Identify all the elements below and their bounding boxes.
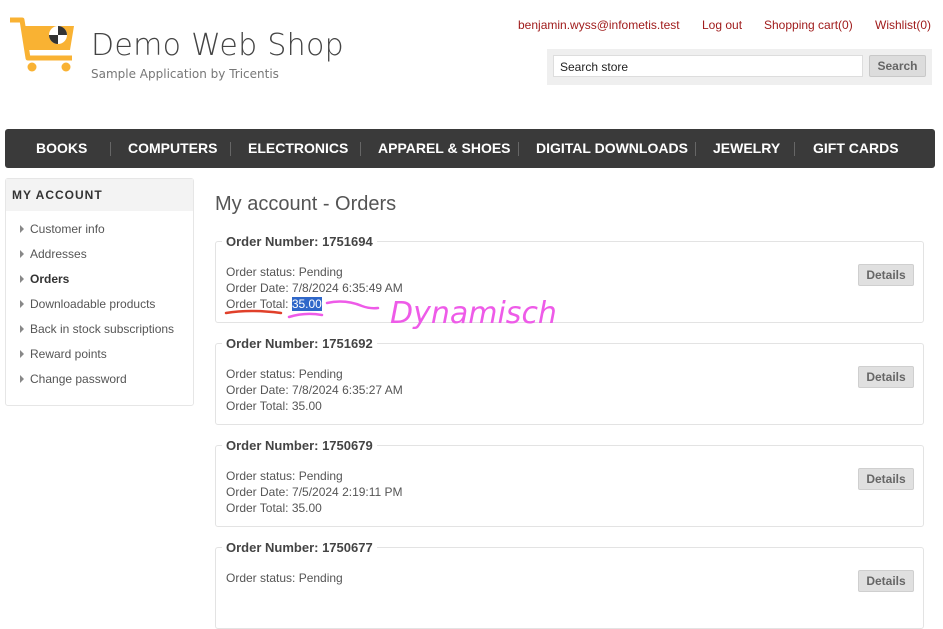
menu-item-digital-downloads[interactable]: DIGITAL DOWNLOADS — [536, 129, 688, 168]
caret-right-icon — [20, 350, 24, 358]
caret-right-icon — [20, 300, 24, 308]
order-status: Order status: Pending — [226, 367, 343, 381]
sidebar-item-back-in-stock[interactable]: Back in stock subscriptions — [20, 322, 174, 336]
order-status: Order status: Pending — [226, 265, 343, 279]
menu-item-electronics[interactable]: ELECTRONICS — [248, 129, 348, 168]
caret-right-icon — [20, 275, 24, 283]
account-email-link[interactable]: benjamin.wyss@infometis.test — [518, 18, 680, 32]
sidebar-item-downloadable-products[interactable]: Downloadable products — [20, 297, 155, 311]
search-input[interactable]: Search store — [553, 55, 863, 77]
menu-item-gift-cards[interactable]: GIFT CARDS — [813, 129, 899, 168]
details-button[interactable]: Details — [858, 264, 914, 286]
menu-item-apparel-shoes[interactable]: APPAREL & SHOES — [378, 129, 511, 168]
sidebar-item-label: Addresses — [30, 247, 87, 261]
site-title: Demo Web Shop — [91, 28, 344, 63]
order-number: Order Number: 1750679 — [222, 438, 377, 453]
caret-right-icon — [20, 250, 24, 258]
caret-right-icon — [20, 225, 24, 233]
top-menu: BOOKS COMPUTERS ELECTRONICS APPAREL & SH… — [5, 129, 935, 168]
my-account-sidebar: MY ACCOUNT Customer info Addresses Order… — [5, 178, 194, 406]
sidebar-item-change-password[interactable]: Change password — [20, 372, 127, 386]
search-button[interactable]: Search — [869, 55, 926, 77]
menu-item-jewelry[interactable]: JEWELRY — [713, 129, 780, 168]
site-tagline: Sample Application by Tricentis — [91, 67, 279, 81]
order-number: Order Number: 1751692 — [222, 336, 377, 351]
order-total: Order Total: 35.00 — [226, 501, 322, 515]
details-button[interactable]: Details — [858, 366, 914, 388]
order-total-label: Order Total: — [226, 501, 289, 515]
menu-item-computers[interactable]: COMPUTERS — [128, 129, 217, 168]
order-date: Order Date: 7/5/2024 2:19:11 PM — [226, 485, 403, 499]
details-button[interactable]: Details — [858, 570, 914, 592]
menu-separator — [695, 142, 696, 156]
order-number: Order Number: 1751694 — [222, 234, 377, 249]
sidebar-item-customer-info[interactable]: Customer info — [20, 222, 105, 236]
caret-right-icon — [20, 375, 24, 383]
sidebar-item-orders[interactable]: Orders — [20, 272, 69, 286]
order-total: Order Total: 35.00 — [226, 297, 322, 311]
menu-separator — [360, 142, 361, 156]
details-button[interactable]: Details — [858, 468, 914, 490]
order-total-value: 35.00 — [291, 297, 322, 311]
order-total-label: Order Total: — [226, 297, 289, 311]
shopping-cart-logo-icon — [10, 17, 74, 72]
site-logo[interactable]: Demo Web Shop Sample Application by Tric… — [8, 14, 344, 81]
order-total: Order Total: 35.00 — [226, 399, 322, 413]
order-card: Order Number: 1751692 Order status: Pend… — [215, 336, 924, 425]
shopping-cart-link[interactable]: Shopping cart(0) — [764, 18, 853, 32]
order-number: Order Number: 1750677 — [222, 540, 377, 555]
menu-separator — [110, 142, 111, 156]
order-status: Order status: Pending — [226, 469, 343, 483]
sidebar-item-label: Customer info — [30, 222, 105, 236]
order-card: Order Number: 1750679 Order status: Pend… — [215, 438, 924, 527]
sidebar-item-label: Downloadable products — [30, 297, 156, 311]
order-date: Order Date: 7/8/2024 6:35:49 AM — [226, 281, 403, 295]
sidebar-item-label: Back in stock subscriptions — [30, 322, 175, 336]
order-status: Order status: Pending — [226, 571, 343, 585]
sidebar-item-addresses[interactable]: Addresses — [20, 247, 87, 261]
order-card: Order Number: 1751694 Order status: Pend… — [215, 234, 924, 323]
sidebar-item-label: Orders — [30, 272, 70, 286]
order-total-value: 35.00 — [291, 399, 322, 413]
menu-separator — [794, 142, 795, 156]
order-card: Order Number: 1750677 Order status: Pend… — [215, 540, 924, 629]
wishlist-link[interactable]: Wishlist(0) — [875, 18, 931, 32]
page-title: My account - Orders — [215, 193, 397, 215]
order-date: Order Date: 7/8/2024 6:35:27 AM — [226, 383, 403, 397]
sidebar-title: MY ACCOUNT — [6, 179, 193, 211]
logout-link[interactable]: Log out — [702, 18, 742, 32]
order-total-label: Order Total: — [226, 399, 289, 413]
menu-separator — [230, 142, 231, 156]
sidebar-item-label: Reward points — [30, 347, 107, 361]
caret-right-icon — [20, 325, 24, 333]
menu-separator — [518, 142, 519, 156]
order-total-value: 35.00 — [291, 501, 322, 515]
sidebar-item-reward-points[interactable]: Reward points — [20, 347, 107, 361]
menu-item-books[interactable]: BOOKS — [36, 129, 87, 168]
sidebar-item-label: Change password — [30, 372, 127, 386]
